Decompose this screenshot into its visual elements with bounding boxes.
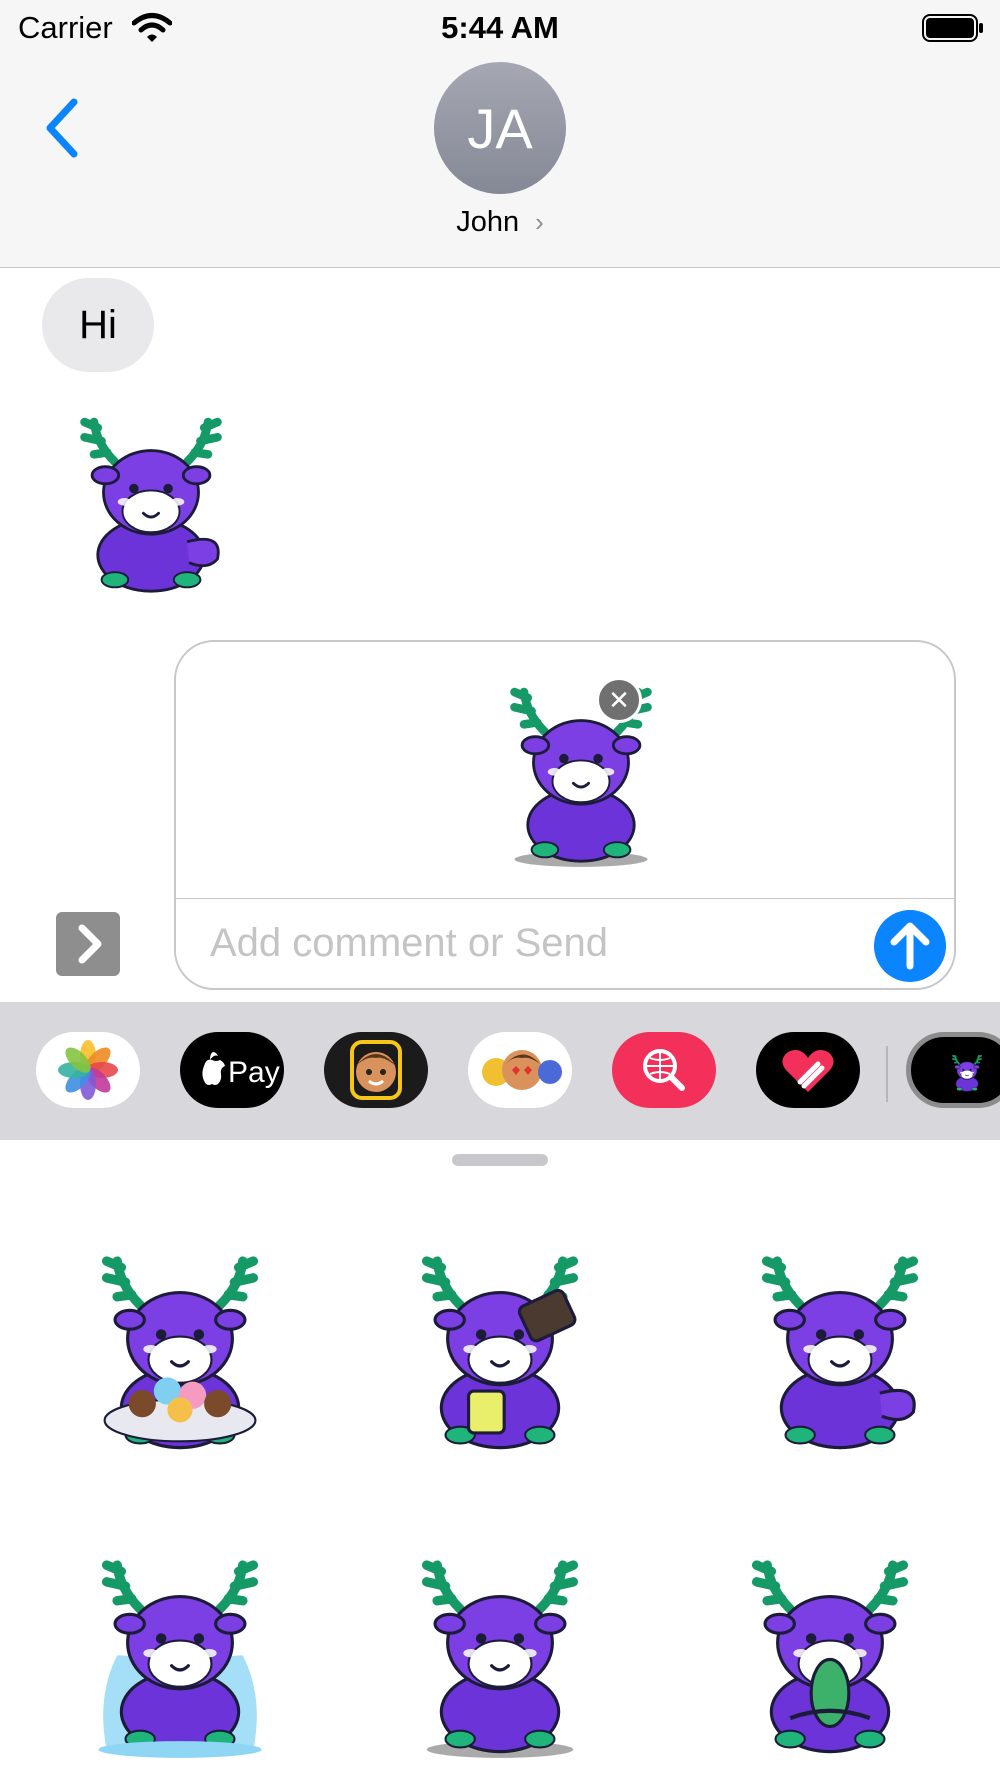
status-bar: Carrier 5:44 AM xyxy=(0,0,1000,56)
image-search-app-button[interactable] xyxy=(612,1032,716,1108)
arrow-up-icon xyxy=(890,922,930,970)
back-button[interactable] xyxy=(38,96,88,160)
moose-sitting-sticker[interactable] xyxy=(390,1540,610,1760)
moose-pouring-coffee-sticker[interactable] xyxy=(390,1236,610,1456)
memoji-app-button[interactable] xyxy=(324,1032,428,1108)
svg-text:Pay: Pay xyxy=(228,1056,280,1089)
animoji-icon xyxy=(482,1050,562,1090)
image-search-icon xyxy=(643,1049,685,1091)
moose-crying-sticker[interactable] xyxy=(70,1540,290,1760)
compose-divider xyxy=(176,898,954,899)
app-strip-separator xyxy=(886,1046,888,1102)
moose-stickers-app-button[interactable] xyxy=(906,1032,1000,1108)
chevron-right-icon xyxy=(78,924,102,964)
photos-app-button[interactable] xyxy=(36,1032,140,1108)
moose-thumbs-up-sticker[interactable] xyxy=(730,1236,950,1456)
animoji-app-button[interactable] xyxy=(468,1032,572,1108)
avatar-initials: JA xyxy=(467,96,533,160)
apple-pay-app-button[interactable]: Pay xyxy=(180,1032,284,1108)
contact-name-button[interactable]: John › xyxy=(0,206,1000,239)
status-time: 5:44 AM xyxy=(441,10,559,45)
memoji-icon xyxy=(350,1040,402,1100)
apple-pay-icon: Pay xyxy=(202,1052,280,1089)
expand-apps-button[interactable] xyxy=(56,912,120,976)
panel-grab-handle[interactable] xyxy=(452,1154,548,1166)
moose-sticking-tongue-out-sticker[interactable] xyxy=(720,1540,940,1760)
remove-attachment-button[interactable]: ✕ xyxy=(596,677,642,723)
heart-icon xyxy=(782,1050,834,1092)
photos-icon xyxy=(58,1040,118,1100)
chevron-left-icon xyxy=(46,98,78,158)
compose-box: ✕ xyxy=(174,640,956,990)
message-bubble-received[interactable]: Hi xyxy=(42,278,154,372)
conversation-header: Carrier 5:44 AM JA John › xyxy=(0,0,1000,268)
moose-sticker-icon xyxy=(952,1054,982,1093)
sticker-panel xyxy=(0,1140,1000,1778)
digital-touch-app-button[interactable] xyxy=(756,1032,860,1108)
contact-avatar[interactable]: JA xyxy=(434,62,566,194)
send-button[interactable] xyxy=(874,910,946,982)
contact-name: John xyxy=(456,206,520,238)
close-icon: ✕ xyxy=(608,684,630,715)
message-text: Hi xyxy=(79,302,117,347)
moose-sitting-sticker[interactable] xyxy=(486,664,676,874)
message-input[interactable] xyxy=(210,912,850,974)
app-drawer-strip: Pay xyxy=(0,1002,1000,1140)
battery-icon xyxy=(922,14,983,42)
moose-with-donuts-sticker[interactable] xyxy=(70,1236,290,1456)
chevron-right-icon: › xyxy=(535,207,544,237)
moose-thumbs-up-sticker[interactable] xyxy=(56,396,246,602)
